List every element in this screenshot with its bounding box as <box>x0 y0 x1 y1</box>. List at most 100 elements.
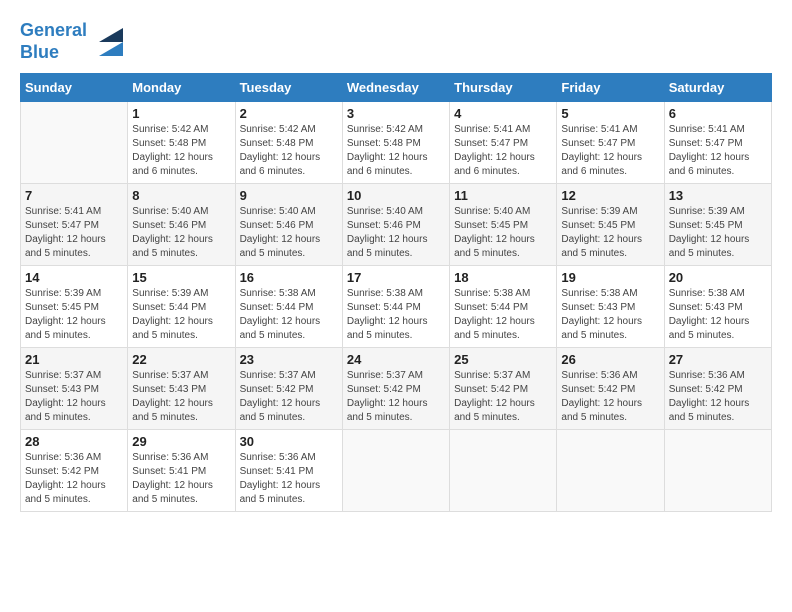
day-info: Sunrise: 5:39 AM Sunset: 5:45 PM Dayligh… <box>561 205 659 261</box>
week-row-2: 7 Sunrise: 5:41 AM Sunset: 5:47 PM Daylig… <box>21 184 772 266</box>
day-cell: 20 Sunrise: 5:38 AM Sunset: 5:43 PM Dayli… <box>664 266 771 348</box>
day-cell <box>21 102 128 184</box>
day-info: Sunrise: 5:36 AM Sunset: 5:42 PM Dayligh… <box>669 369 767 425</box>
day-cell: 22Sunrise: 5:37 AM Sunset: 5:43 PM Dayli… <box>128 348 235 430</box>
day-number: 5 <box>561 106 659 121</box>
day-info: Sunrise: 5:41 AM Sunset: 5:47 PM Dayligh… <box>454 123 552 179</box>
day-number: 7 <box>25 188 123 203</box>
day-cell: 15 Sunrise: 5:39 AM Sunset: 5:44 PM Dayli… <box>128 266 235 348</box>
day-info: Sunrise: 5:41 AM Sunset: 5:47 PM Dayligh… <box>669 123 767 179</box>
day-info: Sunrise: 5:42 AM Sunset: 5:48 PM Dayligh… <box>240 123 338 179</box>
day-cell: 21 Sunrise: 5:37 AM Sunset: 5:43 PM Dayli… <box>21 348 128 430</box>
column-header-sunday: Sunday <box>21 74 128 102</box>
day-cell <box>557 430 664 512</box>
day-number: 28 <box>25 434 123 449</box>
day-cell: 28 Sunrise: 5:36 AM Sunset: 5:42 PM Dayli… <box>21 430 128 512</box>
day-info: Sunrise: 5:37 AM Sunset: 5:42 PM Dayligh… <box>454 369 552 425</box>
day-cell: 2 Sunrise: 5:42 AM Sunset: 5:48 PM Daylig… <box>235 102 342 184</box>
day-number: 15 <box>132 270 230 285</box>
day-number: 27 <box>669 352 767 367</box>
day-number: 30 <box>240 434 338 449</box>
day-number: 18 <box>454 270 552 285</box>
day-info: Sunrise: 5:36 AM Sunset: 5:41 PM Dayligh… <box>132 451 230 507</box>
day-number: 16 <box>240 270 338 285</box>
day-cell: 14 Sunrise: 5:39 AM Sunset: 5:45 PM Dayli… <box>21 266 128 348</box>
day-cell: 3 Sunrise: 5:42 AM Sunset: 5:48 PM Daylig… <box>342 102 449 184</box>
day-cell: 10Sunrise: 5:40 AM Sunset: 5:46 PM Dayli… <box>342 184 449 266</box>
calendar-table: SundayMondayTuesdayWednesdayThursdayFrid… <box>20 73 772 512</box>
day-number: 2 <box>240 106 338 121</box>
header: GeneralBlue <box>20 20 772 63</box>
day-cell: 29 Sunrise: 5:36 AM Sunset: 5:41 PM Dayli… <box>128 430 235 512</box>
day-info: Sunrise: 5:40 AM Sunset: 5:46 PM Dayligh… <box>240 205 338 261</box>
day-info: Sunrise: 5:40 AM Sunset: 5:45 PM Dayligh… <box>454 205 552 261</box>
column-header-saturday: Saturday <box>664 74 771 102</box>
day-number: 23 <box>240 352 338 367</box>
logo: GeneralBlue <box>20 20 123 63</box>
day-info: Sunrise: 5:42 AM Sunset: 5:48 PM Dayligh… <box>132 123 230 179</box>
day-number: 11 <box>454 188 552 203</box>
day-cell: 6 Sunrise: 5:41 AM Sunset: 5:47 PM Daylig… <box>664 102 771 184</box>
column-header-monday: Monday <box>128 74 235 102</box>
logo-text: GeneralBlue <box>20 20 87 63</box>
day-number: 26 <box>561 352 659 367</box>
day-cell: 12 Sunrise: 5:39 AM Sunset: 5:45 PM Dayli… <box>557 184 664 266</box>
day-number: 8 <box>132 188 230 203</box>
logo-icon <box>91 28 123 56</box>
day-number: 12 <box>561 188 659 203</box>
day-cell <box>450 430 557 512</box>
day-cell: 27 Sunrise: 5:36 AM Sunset: 5:42 PM Dayli… <box>664 348 771 430</box>
day-cell: 30 Sunrise: 5:36 AM Sunset: 5:41 PM Dayli… <box>235 430 342 512</box>
day-number: 24 <box>347 352 445 367</box>
day-info: Sunrise: 5:37 AM Sunset: 5:42 PM Dayligh… <box>347 369 445 425</box>
day-cell <box>342 430 449 512</box>
day-info: Sunrise: 5:37 AM Sunset: 5:43 PM Dayligh… <box>25 369 123 425</box>
day-number: 29 <box>132 434 230 449</box>
header-row: SundayMondayTuesdayWednesdayThursdayFrid… <box>21 74 772 102</box>
day-cell: 23 Sunrise: 5:37 AM Sunset: 5:42 PM Dayli… <box>235 348 342 430</box>
column-header-wednesday: Wednesday <box>342 74 449 102</box>
day-number: 20 <box>669 270 767 285</box>
day-number: 25 <box>454 352 552 367</box>
day-info: Sunrise: 5:38 AM Sunset: 5:44 PM Dayligh… <box>240 287 338 343</box>
day-number: 6 <box>669 106 767 121</box>
day-info: Sunrise: 5:37 AM Sunset: 5:42 PM Dayligh… <box>240 369 338 425</box>
day-info: Sunrise: 5:39 AM Sunset: 5:45 PM Dayligh… <box>25 287 123 343</box>
day-cell: 1 Sunrise: 5:42 AM Sunset: 5:48 PM Daylig… <box>128 102 235 184</box>
day-number: 10 <box>347 188 445 203</box>
day-number: 19 <box>561 270 659 285</box>
day-number: 9 <box>240 188 338 203</box>
day-info: Sunrise: 5:36 AM Sunset: 5:42 PM Dayligh… <box>561 369 659 425</box>
day-cell: 19Sunrise: 5:38 AM Sunset: 5:43 PM Dayli… <box>557 266 664 348</box>
day-number: 1 <box>132 106 230 121</box>
column-header-friday: Friday <box>557 74 664 102</box>
day-info: Sunrise: 5:38 AM Sunset: 5:43 PM Dayligh… <box>669 287 767 343</box>
day-number: 14 <box>25 270 123 285</box>
day-cell: 25 Sunrise: 5:37 AM Sunset: 5:42 PM Dayli… <box>450 348 557 430</box>
day-cell: 8Sunrise: 5:40 AM Sunset: 5:46 PM Daylig… <box>128 184 235 266</box>
day-cell: 24 Sunrise: 5:37 AM Sunset: 5:42 PM Dayli… <box>342 348 449 430</box>
day-cell: 7 Sunrise: 5:41 AM Sunset: 5:47 PM Daylig… <box>21 184 128 266</box>
day-number: 3 <box>347 106 445 121</box>
day-cell: 16 Sunrise: 5:38 AM Sunset: 5:44 PM Dayli… <box>235 266 342 348</box>
day-info: Sunrise: 5:42 AM Sunset: 5:48 PM Dayligh… <box>347 123 445 179</box>
day-number: 17 <box>347 270 445 285</box>
day-info: Sunrise: 5:36 AM Sunset: 5:42 PM Dayligh… <box>25 451 123 507</box>
day-info: Sunrise: 5:39 AM Sunset: 5:45 PM Dayligh… <box>669 205 767 261</box>
day-info: Sunrise: 5:36 AM Sunset: 5:41 PM Dayligh… <box>240 451 338 507</box>
day-number: 21 <box>25 352 123 367</box>
day-info: Sunrise: 5:39 AM Sunset: 5:44 PM Dayligh… <box>132 287 230 343</box>
day-info: Sunrise: 5:41 AM Sunset: 5:47 PM Dayligh… <box>561 123 659 179</box>
week-row-3: 14 Sunrise: 5:39 AM Sunset: 5:45 PM Dayli… <box>21 266 772 348</box>
day-cell: 13Sunrise: 5:39 AM Sunset: 5:45 PM Dayli… <box>664 184 771 266</box>
day-cell: 4Sunrise: 5:41 AM Sunset: 5:47 PM Daylig… <box>450 102 557 184</box>
day-info: Sunrise: 5:41 AM Sunset: 5:47 PM Dayligh… <box>25 205 123 261</box>
day-cell: 9 Sunrise: 5:40 AM Sunset: 5:46 PM Daylig… <box>235 184 342 266</box>
day-info: Sunrise: 5:38 AM Sunset: 5:44 PM Dayligh… <box>454 287 552 343</box>
calendar-header: SundayMondayTuesdayWednesdayThursdayFrid… <box>21 74 772 102</box>
day-cell <box>664 430 771 512</box>
day-info: Sunrise: 5:38 AM Sunset: 5:44 PM Dayligh… <box>347 287 445 343</box>
column-header-thursday: Thursday <box>450 74 557 102</box>
day-cell: 18 Sunrise: 5:38 AM Sunset: 5:44 PM Dayli… <box>450 266 557 348</box>
day-cell: 5 Sunrise: 5:41 AM Sunset: 5:47 PM Daylig… <box>557 102 664 184</box>
